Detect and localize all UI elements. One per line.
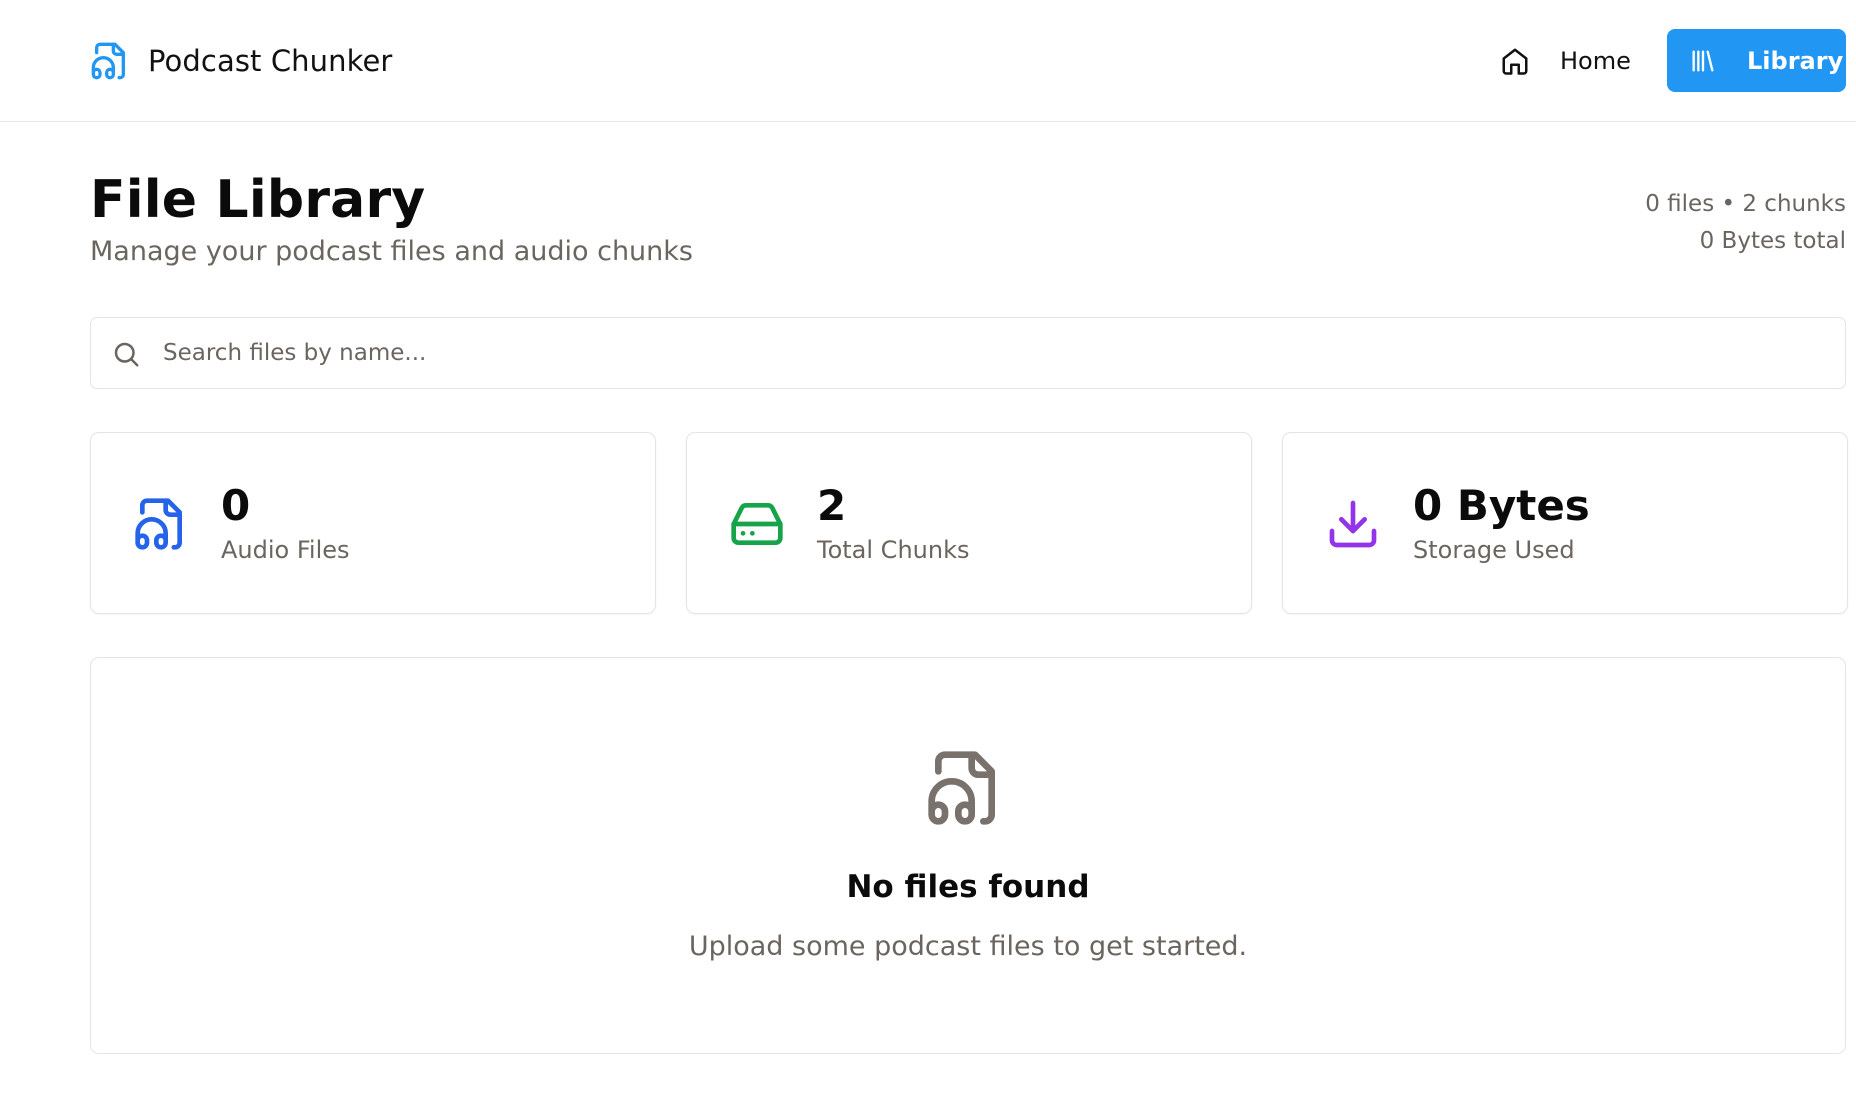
summary-size: 0 Bytes total bbox=[1699, 228, 1846, 254]
page-title: File Library bbox=[90, 170, 426, 230]
app-name: Podcast Chunker bbox=[148, 44, 393, 78]
hard-drive-icon bbox=[729, 495, 785, 553]
search-icon bbox=[114, 342, 139, 367]
search-input[interactable] bbox=[163, 318, 1833, 388]
file-audio-icon bbox=[133, 495, 189, 553]
library-summary: 0 files • 2 chunks 0 Bytes total bbox=[1645, 186, 1846, 260]
stat-value: 2 bbox=[817, 481, 847, 530]
empty-state-panel: No files found Upload some podcast files… bbox=[90, 657, 1846, 1054]
empty-state-title: No files found bbox=[846, 869, 1090, 905]
stat-card-total-chunks: 2 Total Chunks bbox=[686, 432, 1252, 614]
summary-counts: 0 files • 2 chunks bbox=[1645, 191, 1846, 217]
stat-value: 0 Bytes bbox=[1413, 481, 1590, 530]
nav-library-label: Library bbox=[1747, 46, 1844, 75]
stat-card-storage-used: 0 Bytes Storage Used bbox=[1282, 432, 1848, 614]
empty-state-description: Upload some podcast files to get started… bbox=[688, 931, 1248, 962]
nav-home-link[interactable]: Home bbox=[1500, 38, 1631, 84]
file-audio-icon bbox=[90, 39, 130, 83]
page-subtitle: Manage your podcast files and audio chun… bbox=[90, 236, 693, 267]
stat-value: 0 bbox=[221, 481, 251, 530]
stat-label: Total Chunks bbox=[817, 536, 970, 564]
top-navigation-bar: Podcast Chunker Home Library bbox=[0, 0, 1856, 122]
nav-library-button[interactable]: Library bbox=[1667, 29, 1846, 92]
stat-label: Audio Files bbox=[221, 536, 350, 564]
brand-link[interactable]: Podcast Chunker bbox=[90, 38, 392, 84]
stat-card-audio-files: 0 Audio Files bbox=[90, 432, 656, 614]
file-audio-icon bbox=[925, 746, 1005, 830]
library-icon bbox=[1689, 47, 1717, 75]
stat-label: Storage Used bbox=[1413, 536, 1575, 564]
search-box bbox=[90, 317, 1846, 389]
nav-home-label: Home bbox=[1560, 47, 1631, 75]
home-icon bbox=[1500, 46, 1530, 76]
download-icon bbox=[1325, 495, 1381, 553]
